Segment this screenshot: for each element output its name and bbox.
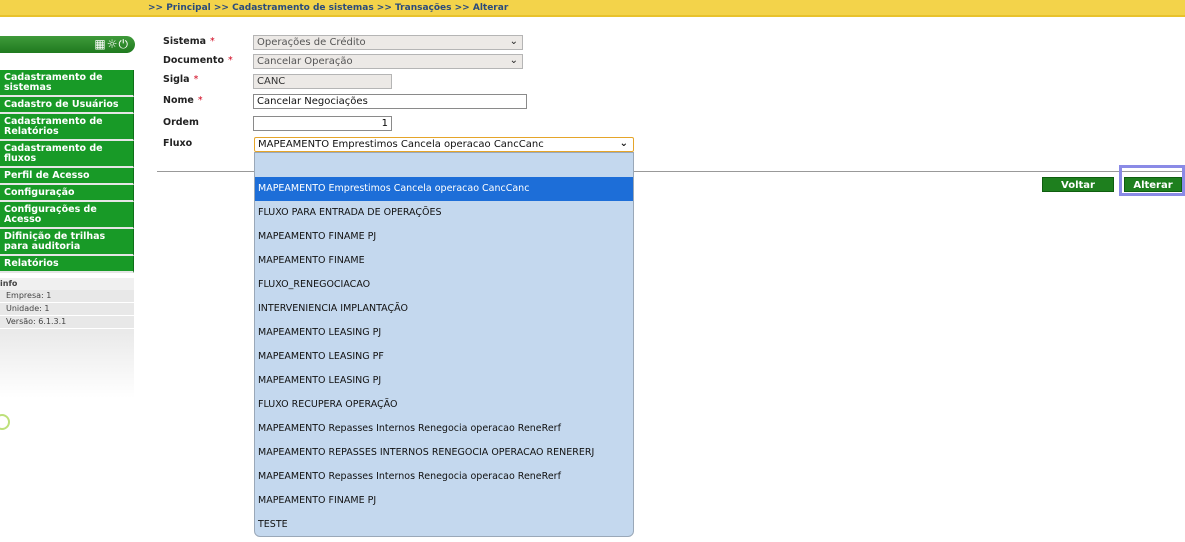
sistema-label-text: Sistema: [163, 36, 207, 47]
dropdown-option[interactable]: MAPEAMENTO LEASING PJ: [255, 369, 633, 393]
breadcrumb: >> Principal >> Cadastramento de sistema…: [0, 0, 1185, 17]
dropdown-option[interactable]: MAPEAMENTO Repasses Internos Renegocia o…: [255, 465, 633, 489]
sigla-label: Sigla *: [163, 74, 198, 85]
sigla-field[interactable]: CANC: [253, 74, 392, 89]
sigla-label-text: Sigla: [163, 74, 190, 85]
required-mark: *: [197, 95, 203, 106]
sidebar-header: ▦☼⏻: [0, 36, 135, 53]
dropdown-option[interactable]: FLUXO_RENEGOCIACAO: [255, 273, 633, 297]
info-versao: Versão: 6.1.3.1: [0, 316, 134, 329]
chevron-down-icon: ⌄: [509, 55, 518, 66]
calculator-icon[interactable]: ▦: [94, 37, 106, 51]
sistema-select[interactable]: Operações de Crédito ⌄: [253, 35, 523, 50]
sidebar-item-cadastramento-sistemas[interactable]: Cadastramento de sistemas: [0, 70, 134, 97]
dropdown-option[interactable]: TESTE: [255, 513, 633, 536]
dropdown-option[interactable]: MAPEAMENTO LEASING PF: [255, 345, 633, 369]
voltar-button[interactable]: Voltar: [1042, 177, 1114, 192]
sidebar-item-configuracao[interactable]: Configuração: [0, 185, 134, 202]
dropdown-option[interactable]: MAPEAMENTO FINAME: [255, 249, 633, 273]
dropdown-option[interactable]: MAPEAMENTO FINAME PJ: [255, 225, 633, 249]
required-mark: *: [227, 55, 233, 66]
alterar-button[interactable]: Alterar: [1124, 177, 1182, 192]
required-mark: *: [193, 74, 199, 85]
power-icon[interactable]: ⏻: [119, 37, 130, 51]
sidebar: ▦☼⏻ Cadastramento de sistemas Cadastro d…: [0, 36, 136, 430]
sidebar-item-configuracoes-acesso[interactable]: Configurações de Acesso: [0, 202, 134, 229]
dropdown-option[interactable]: MAPEAMENTO Repasses Internos Renegocia o…: [255, 417, 633, 441]
sidebar-item-cadastramento-relatorios[interactable]: Cadastramento de Relatórios: [0, 114, 134, 141]
gear-icon[interactable]: ☼: [107, 37, 119, 51]
sidebar-item-trilhas-auditoria[interactable]: Difinição de trilhas para auditoria: [0, 229, 134, 256]
dropdown-option[interactable]: MAPEAMENTO FINAME PJ: [255, 489, 633, 513]
sidebar-item-relatorios[interactable]: Relatórios: [0, 256, 134, 273]
nome-input[interactable]: Cancelar Negociações: [253, 94, 527, 109]
chevron-down-icon: ⌄: [509, 36, 518, 47]
ordem-label: Ordem: [163, 117, 199, 128]
ordem-input[interactable]: 1: [253, 116, 392, 131]
required-mark: *: [210, 36, 215, 47]
sistema-value: Operações de Crédito: [257, 37, 366, 48]
documento-label: Documento *: [163, 55, 233, 66]
sistema-label: Sistema *: [163, 36, 215, 47]
chevron-down-icon: ⌄: [619, 138, 628, 149]
sidebar-header-icons[interactable]: ▦☼⏻: [94, 37, 129, 52]
fluxo-select[interactable]: MAPEAMENTO Emprestimos Cancela operacao …: [254, 137, 634, 152]
documento-label-text: Documento: [163, 55, 224, 66]
power-circle-icon: [0, 414, 10, 430]
fluxo-value: MAPEAMENTO Emprestimos Cancela operacao …: [258, 139, 544, 150]
nome-label: Nome *: [163, 95, 203, 106]
top-bar: >> Principal >> Cadastramento de sistema…: [0, 0, 1185, 17]
sidebar-menu: Cadastramento de sistemas Cadastro de Us…: [0, 70, 134, 273]
sidebar-item-cadastro-usuarios[interactable]: Cadastro de Usuários: [0, 97, 134, 114]
dropdown-option[interactable]: MAPEAMENTO LEASING PJ: [255, 321, 633, 345]
fluxo-label: Fluxo: [163, 138, 193, 149]
documento-select[interactable]: Cancelar Operação ⌄: [253, 54, 523, 69]
info-title: info: [0, 278, 134, 290]
dropdown-option-selected[interactable]: MAPEAMENTO Emprestimos Cancela operacao …: [255, 177, 633, 201]
breadcrumb-text: >> Principal >> Cadastramento de sistema…: [148, 3, 509, 13]
sidebar-item-perfil-acesso[interactable]: Perfil de Acesso: [0, 168, 134, 185]
info-empresa: Empresa: 1: [0, 290, 134, 303]
dropdown-option[interactable]: MAPEAMENTO REPASSES INTERNOS RENEGOCIA O…: [255, 441, 633, 465]
dropdown-option[interactable]: FLUXO RECUPERA OPERAÇÃO: [255, 393, 633, 417]
sidebar-item-cadastramento-fluxos[interactable]: Cadastramento de fluxos: [0, 141, 134, 168]
documento-value: Cancelar Operação: [257, 56, 353, 67]
info-unidade: Unidade: 1: [0, 303, 134, 316]
info-panel: info Empresa: 1 Unidade: 1 Versão: 6.1.3…: [0, 278, 134, 398]
fluxo-dropdown-list[interactable]: MAPEAMENTO Emprestimos Cancela operacao …: [254, 152, 634, 537]
dropdown-option[interactable]: [255, 153, 633, 177]
dropdown-option[interactable]: FLUXO PARA ENTRADA DE OPERAÇÕES: [255, 201, 633, 225]
nome-label-text: Nome: [163, 95, 194, 106]
dropdown-option[interactable]: INTERVENIENCIA IMPLANTAÇÃO: [255, 297, 633, 321]
